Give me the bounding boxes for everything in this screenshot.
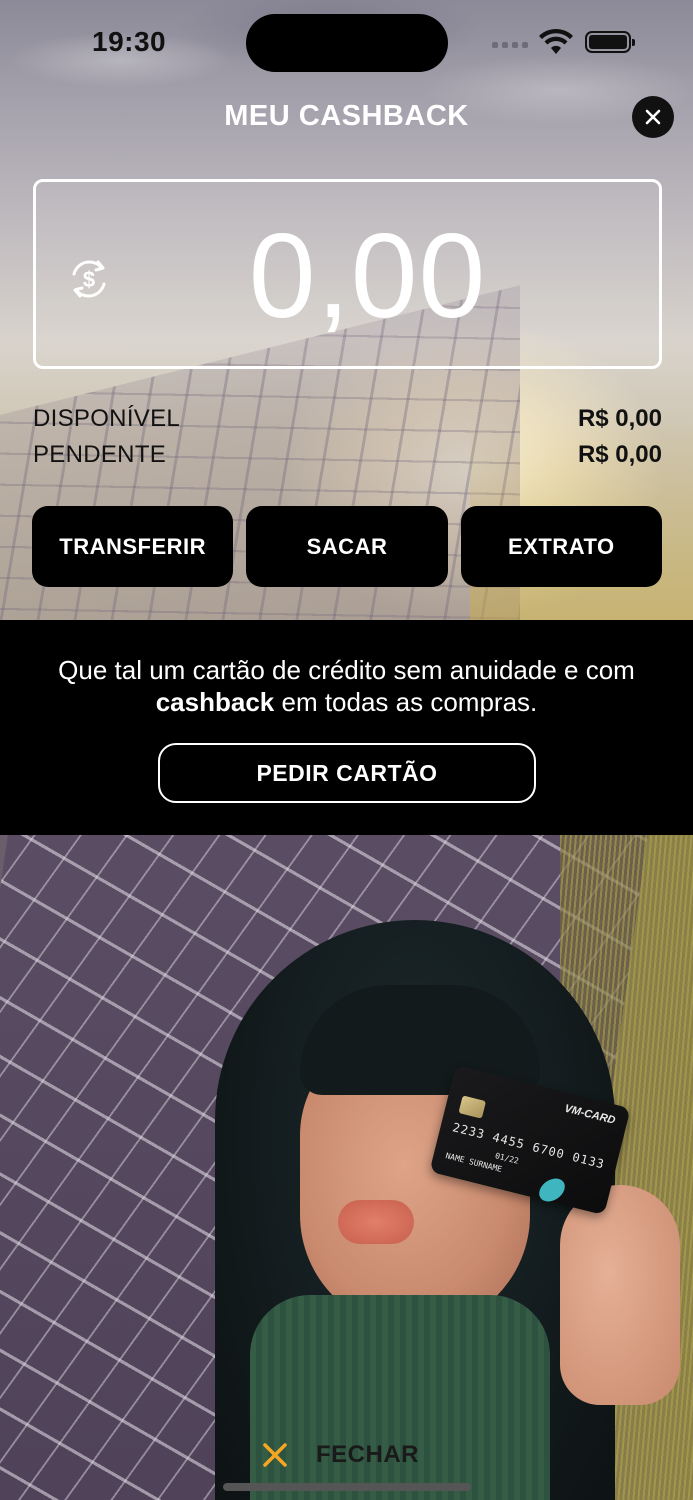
order-card-button[interactable]: PEDIR CARTÃO [158,743,536,803]
dynamic-island [246,14,448,72]
promo-photo: VM-CARD 2233 4455 6700 0133 01/22 NAME S… [0,835,693,1500]
status-time: 19:30 [92,26,167,57]
transfer-button[interactable]: TRANSFERIR [32,506,234,587]
cellular-signal-icon [492,42,528,48]
page-title: MEU CASHBACK [224,100,469,132]
statement-button[interactable]: EXTRATO [460,506,662,587]
home-indicator[interactable] [223,1483,471,1491]
card-chip [458,1095,487,1119]
withdraw-button[interactable]: SACAR [246,506,448,587]
woman-hand [560,1185,680,1405]
card-holder: NAME SURNAME [444,1151,503,1174]
card-brand: VM-CARD [563,1102,617,1127]
footer-close-button[interactable]: FECHAR [260,1440,419,1470]
action-buttons: TRANSFERIR SACAR EXTRATO [32,506,662,587]
balance-amount: 0,00 [248,209,487,343]
footer-close-label: FECHAR [316,1441,419,1468]
available-label: DISPONÍVEL [33,405,181,432]
pending-label: PENDENTE [33,441,167,468]
promo-banner: Que tal um cartão de crédito sem anuidad… [0,620,693,835]
available-value: R$ 0,00 [577,405,662,432]
promo-text-after: em todas as compras. [281,687,538,717]
close-icon [645,109,661,125]
promo-text: Que tal um cartão de crédito sem anuidad… [20,654,673,718]
balance-card: $ 0,00 [33,179,662,369]
available-row: DISPONÍVEL R$ 0,00 [33,405,662,433]
promo-text-before: Que tal um cartão de crédito sem anuidad… [58,655,635,685]
battery-icon [585,31,635,53]
pending-row: PENDENTE R$ 0,00 [33,441,662,469]
close-x-icon [263,1443,287,1467]
woman-lips [338,1200,414,1244]
promo-text-bold: cashback [155,687,275,717]
close-button[interactable] [632,96,674,138]
pending-value: R$ 0,00 [577,441,662,468]
wifi-icon [539,28,573,54]
